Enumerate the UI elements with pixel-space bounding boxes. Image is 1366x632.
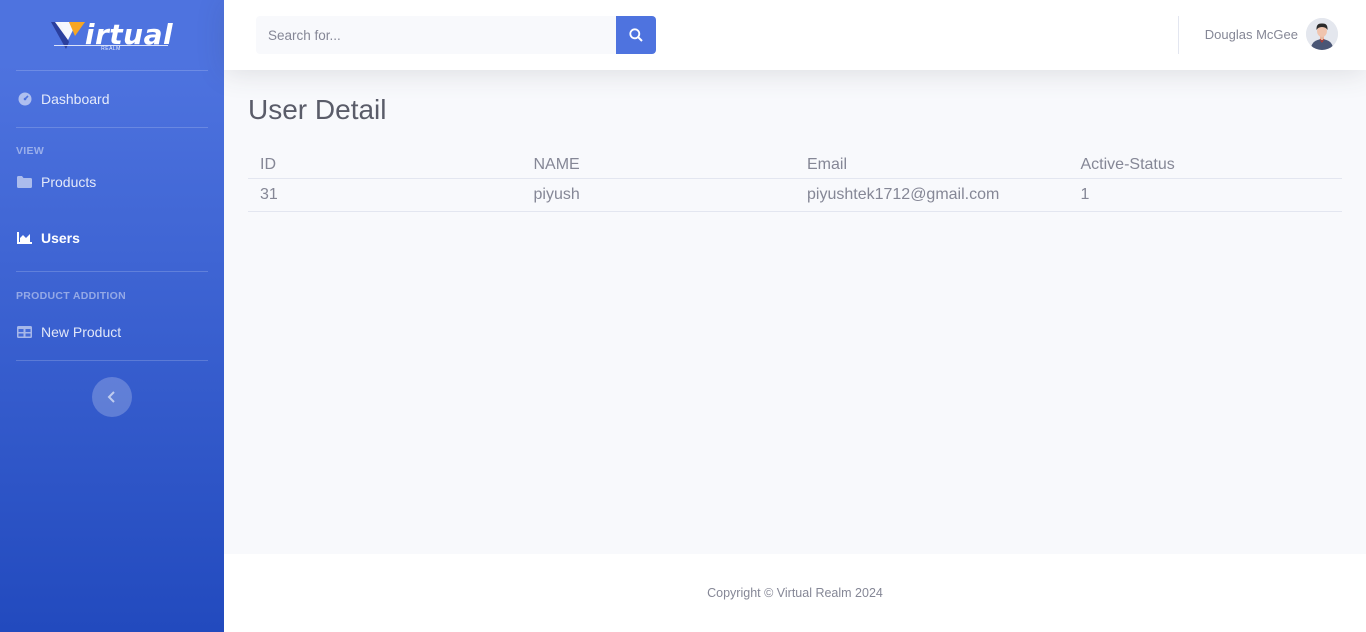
- sidebar: irtual REALM Dashboard VIEW Products Use…: [0, 0, 224, 632]
- sidebar-item-users[interactable]: Users: [0, 205, 224, 271]
- table-icon: [16, 325, 33, 339]
- sidebar-toggle-wrap: [0, 361, 224, 417]
- sidebar-item-label: Products: [41, 173, 97, 190]
- table-header-row: ID NAME Email Active-Status: [248, 148, 1342, 179]
- column-header-id: ID: [248, 148, 522, 179]
- cell-id: 31: [248, 178, 522, 212]
- topbar-divider: [1178, 16, 1179, 54]
- sidebar-toggle-button[interactable]: [92, 377, 132, 417]
- user-detail-table: ID NAME Email Active-Status 31 piyush pi…: [248, 148, 1342, 212]
- cell-email: piyushtek1712@gmail.com: [795, 178, 1069, 212]
- avatar: [1306, 18, 1338, 50]
- sidebar-heading-view: VIEW: [16, 145, 45, 157]
- sidebar-item-dashboard[interactable]: Dashboard: [0, 71, 224, 127]
- sidebar-item-new-product[interactable]: New Product: [0, 303, 224, 360]
- search-input[interactable]: [256, 16, 616, 54]
- topbar: Douglas McGee: [224, 0, 1366, 70]
- brand-logo[interactable]: irtual REALM: [0, 0, 224, 70]
- user-name: Douglas McGee: [1204, 26, 1298, 42]
- footer: Copyright © Virtual Realm 2024: [224, 554, 1366, 632]
- page-title: User Detail: [248, 94, 387, 125]
- column-header-email: Email: [795, 148, 1069, 179]
- search-icon: [629, 28, 643, 42]
- brand-subtitle: REALM: [54, 45, 168, 52]
- cell-active-status: 1: [1068, 178, 1342, 212]
- area-chart-icon: [16, 231, 33, 245]
- sidebar-heading-product-addition: PRODUCT ADDITION: [16, 290, 126, 302]
- sidebar-item-products[interactable]: Products: [0, 158, 224, 205]
- folder-icon: [16, 175, 33, 189]
- search-form: [256, 16, 656, 54]
- main-content: User Detail ID NAME Email Active-Status …: [224, 70, 1366, 554]
- sidebar-item-label: Dashboard: [41, 91, 110, 107]
- tachometer-icon: [16, 92, 33, 106]
- column-header-name: NAME: [521, 148, 795, 179]
- table-row: 31 piyush piyushtek1712@gmail.com 1: [248, 178, 1342, 212]
- sidebar-item-label: New Product: [41, 323, 122, 340]
- search-button[interactable]: [616, 16, 656, 54]
- user-avatar-icon: [1306, 18, 1338, 50]
- sidebar-item-label: Users: [41, 230, 80, 246]
- user-dropdown[interactable]: Douglas McGee: [1205, 18, 1338, 50]
- cell-name: piyush: [521, 178, 795, 212]
- column-header-active-status: Active-Status: [1068, 148, 1342, 179]
- copyright-text: Copyright © Virtual Realm 2024: [707, 586, 883, 600]
- chevron-left-icon: [107, 391, 115, 403]
